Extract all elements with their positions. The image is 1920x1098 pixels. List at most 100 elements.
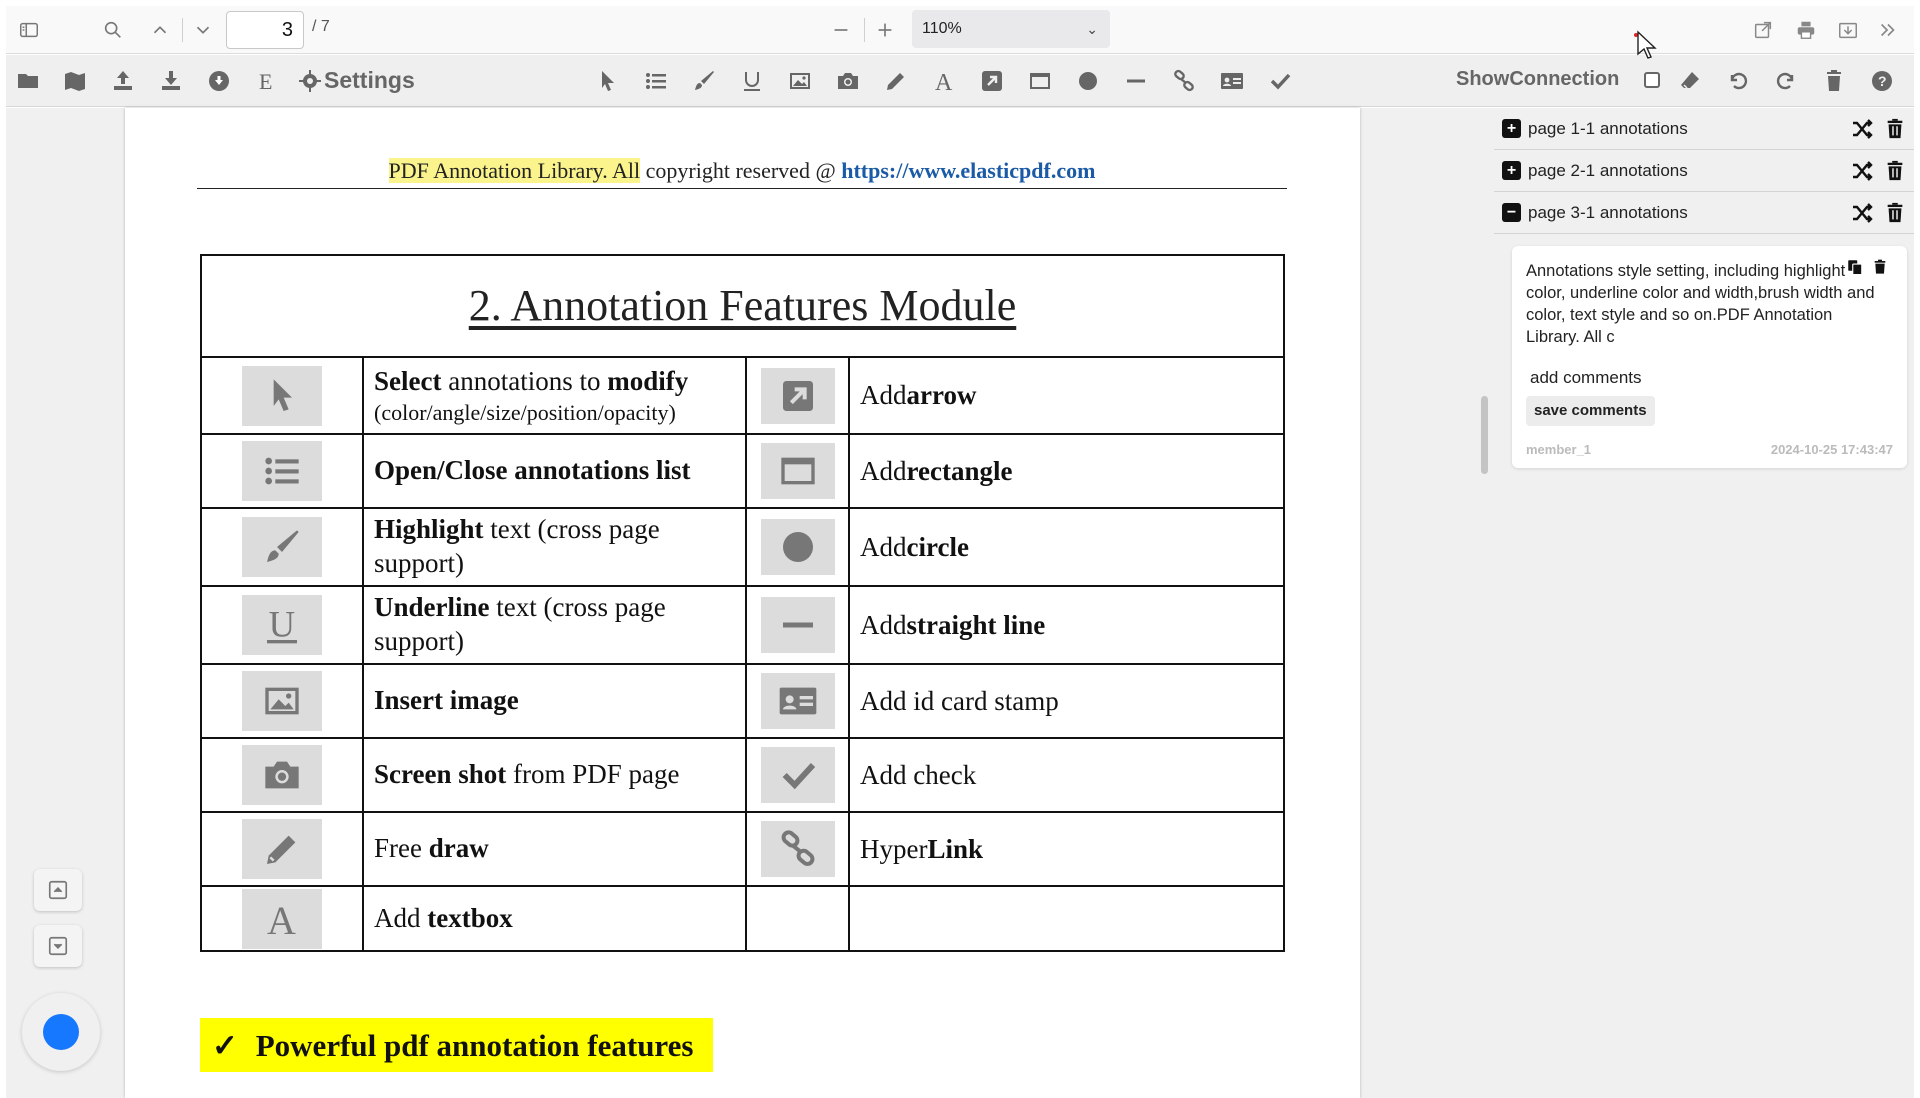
scroll-up-button[interactable] bbox=[34, 869, 82, 911]
select-pointer-icon bbox=[242, 365, 322, 426]
trash-icon[interactable] bbox=[1884, 159, 1906, 183]
upload-icon[interactable] bbox=[105, 63, 141, 99]
table-cell: Add textbox bbox=[364, 887, 747, 950]
trash-icon[interactable] bbox=[1816, 63, 1852, 99]
feature-bold: Link bbox=[927, 833, 984, 864]
open-external-icon[interactable] bbox=[1746, 13, 1780, 47]
copy-icon[interactable] bbox=[1846, 258, 1864, 276]
shuffle-icon[interactable] bbox=[1850, 117, 1874, 141]
feature-text: Add bbox=[860, 455, 907, 486]
select-pointer-icon[interactable] bbox=[590, 63, 626, 99]
table-cell bbox=[202, 509, 364, 585]
download-icon[interactable] bbox=[1831, 13, 1865, 47]
annotation-comment-card[interactable]: Annotations style setting, including hig… bbox=[1512, 246, 1907, 468]
feature-bold: Underline bbox=[374, 592, 490, 623]
table-cell bbox=[747, 665, 850, 737]
feature-bold: draw bbox=[428, 833, 489, 864]
download-tray-icon[interactable] bbox=[153, 63, 189, 99]
annotation-group-page-1[interactable]: + page 1-1 annotations bbox=[1494, 108, 1914, 150]
redo-icon[interactable] bbox=[1768, 63, 1804, 99]
shuffle-icon[interactable] bbox=[1850, 201, 1874, 225]
print-icon[interactable] bbox=[1789, 13, 1823, 47]
table-cell: Add circle bbox=[850, 509, 1287, 585]
header-copyright-text: copyright reserved @ bbox=[640, 158, 842, 183]
feature-text: annotations to bbox=[441, 365, 608, 396]
highlighted-header-text[interactable]: PDF Annotation Library. All bbox=[388, 158, 641, 183]
zoom-select[interactable]: 110% ⌄ bbox=[912, 10, 1110, 48]
line-icon[interactable] bbox=[1118, 63, 1154, 99]
circle-arrow-icon[interactable] bbox=[201, 63, 237, 99]
more-tools-icon[interactable] bbox=[1871, 13, 1905, 47]
table-cell: U bbox=[202, 587, 364, 663]
expand-icon[interactable]: + bbox=[1502, 161, 1521, 180]
expand-icon[interactable]: + bbox=[1502, 119, 1521, 138]
search-icon[interactable] bbox=[96, 13, 130, 47]
underline-icon: U bbox=[242, 595, 322, 655]
zoom-out-icon[interactable] bbox=[824, 13, 858, 47]
trash-icon[interactable] bbox=[1872, 258, 1888, 276]
next-page-icon[interactable] bbox=[186, 13, 220, 47]
table-cell bbox=[747, 358, 850, 433]
feature-bold: modify bbox=[607, 365, 689, 396]
chevron-down-icon: ⌄ bbox=[1086, 21, 1098, 37]
circle-icon[interactable] bbox=[1070, 63, 1106, 99]
feature-bold: straight line bbox=[906, 609, 1046, 640]
table-row: Free draw Hyper Link bbox=[202, 813, 1283, 887]
rectangle-icon[interactable] bbox=[1022, 63, 1058, 99]
table-cell bbox=[202, 358, 364, 433]
link-icon[interactable] bbox=[1166, 63, 1202, 99]
settings-button[interactable]: Settings bbox=[324, 67, 415, 94]
page-up-icon bbox=[48, 880, 68, 900]
table-cell: Open/Close annotations list bbox=[364, 435, 747, 507]
annotation-group-page-2[interactable]: + page 2-1 annotations bbox=[1494, 150, 1914, 192]
page-number-input[interactable]: 3 bbox=[226, 11, 304, 49]
feature-text: Add check bbox=[860, 759, 977, 790]
table-cell: Add arrow bbox=[850, 358, 1287, 433]
feature-text: Hyper bbox=[860, 833, 928, 864]
table-cell bbox=[202, 813, 364, 885]
pencil-icon bbox=[242, 819, 322, 879]
annotation-group-page-3[interactable]: − page 3-1 annotations bbox=[1494, 192, 1914, 234]
save-comments-button[interactable]: save comments bbox=[1526, 396, 1655, 426]
trash-icon[interactable] bbox=[1884, 117, 1906, 141]
map-icon[interactable] bbox=[57, 63, 93, 99]
zoom-value: 110% bbox=[922, 20, 962, 37]
camera-icon bbox=[242, 745, 322, 805]
rectangle-icon bbox=[760, 443, 835, 499]
table-cell: Free draw bbox=[364, 813, 747, 885]
export-e-icon[interactable]: E bbox=[249, 63, 285, 99]
list-icon[interactable] bbox=[638, 63, 674, 99]
sidebar-toggle-icon[interactable] bbox=[12, 13, 46, 47]
table-row: Open/Close annotations list Add rectangl… bbox=[202, 435, 1283, 509]
underline-icon[interactable] bbox=[734, 63, 770, 99]
eraser-icon[interactable] bbox=[1672, 63, 1708, 99]
header-link[interactable]: https://www.elasticpdf.com bbox=[841, 158, 1095, 183]
show-connection-checkbox[interactable] bbox=[1644, 72, 1660, 88]
id-card-icon[interactable] bbox=[1214, 63, 1250, 99]
collapse-icon[interactable]: − bbox=[1502, 203, 1521, 222]
camera-icon[interactable] bbox=[830, 63, 866, 99]
add-comments-input[interactable]: add comments bbox=[1530, 368, 1642, 388]
vertical-scrollbar[interactable] bbox=[1481, 396, 1488, 474]
floating-action-button[interactable] bbox=[22, 993, 100, 1071]
trash-icon[interactable] bbox=[1884, 201, 1906, 225]
brush-icon[interactable] bbox=[686, 63, 722, 99]
check-icon[interactable] bbox=[1262, 63, 1298, 99]
undo-icon[interactable] bbox=[1720, 63, 1756, 99]
pencil-icon[interactable] bbox=[878, 63, 914, 99]
feature-bold: textbox bbox=[427, 902, 513, 933]
table-cell bbox=[202, 435, 364, 507]
zoom-in-icon[interactable] bbox=[868, 13, 902, 47]
arrow-box-icon bbox=[760, 367, 835, 424]
scroll-down-button[interactable] bbox=[34, 925, 82, 967]
help-icon[interactable]: ? bbox=[1864, 63, 1900, 99]
image-icon[interactable] bbox=[782, 63, 818, 99]
folder-icon[interactable] bbox=[10, 63, 46, 99]
textbox-icon[interactable]: A bbox=[926, 63, 962, 99]
svg-text:E: E bbox=[259, 69, 272, 93]
arrow-box-icon[interactable] bbox=[974, 63, 1010, 99]
gear-icon[interactable] bbox=[292, 63, 328, 99]
table-cell: Add id card stamp bbox=[850, 665, 1287, 737]
shuffle-icon[interactable] bbox=[1850, 159, 1874, 183]
previous-page-icon[interactable] bbox=[143, 13, 177, 47]
